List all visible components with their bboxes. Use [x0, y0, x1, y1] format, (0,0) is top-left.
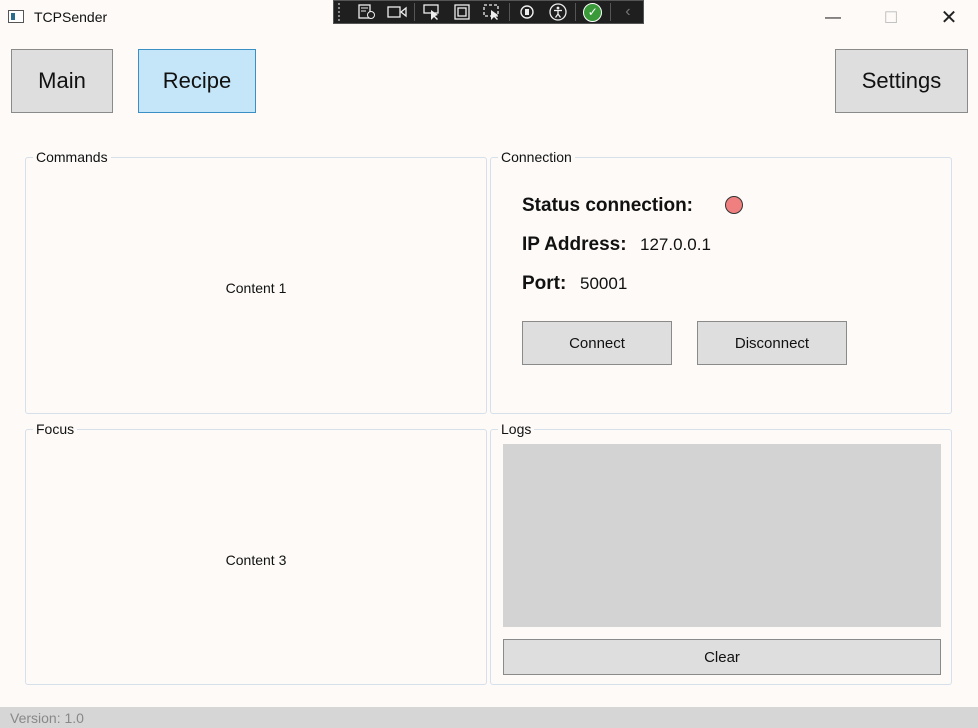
hot-reload-icon[interactable]: [512, 0, 542, 24]
clear-button[interactable]: Clear: [503, 639, 941, 675]
layout-adorner-icon[interactable]: [447, 0, 477, 24]
window-title: TCPSender: [34, 9, 108, 25]
ip-address-value: 127.0.0.1: [640, 235, 711, 254]
recipe-button[interactable]: Recipe: [138, 49, 256, 113]
connection-group: Connection Status connection: IP Address…: [490, 149, 952, 414]
log-output-area[interactable]: [503, 444, 941, 627]
drag-grip-icon[interactable]: [338, 3, 346, 21]
port-label: Port:: [522, 273, 567, 294]
status-bar: Version: 1.0: [0, 707, 978, 728]
live-visual-tree-icon[interactable]: [352, 0, 382, 24]
debug-toolbar: ✓ ‹: [333, 0, 644, 24]
version-label: Version: 1.0: [10, 710, 84, 726]
select-element-icon[interactable]: [417, 0, 447, 24]
track-focus-icon[interactable]: [477, 0, 507, 24]
checkmark-icon[interactable]: ✓: [578, 0, 608, 24]
accessibility-icon[interactable]: [543, 0, 573, 24]
connection-group-title: Connection: [498, 149, 575, 165]
settings-button[interactable]: Settings: [835, 49, 968, 113]
disconnect-button[interactable]: Disconnect: [697, 321, 847, 365]
status-indicator: [725, 196, 743, 214]
focus-content: Content 3: [225, 552, 287, 568]
ip-address-label: IP Address:: [522, 234, 627, 255]
toolbar-separator: [414, 3, 415, 21]
minimize-button[interactable]: —: [804, 0, 862, 35]
main-button[interactable]: Main: [11, 49, 113, 113]
status-connection-label: Status connection:: [522, 195, 694, 216]
close-button[interactable]: ✕: [920, 0, 978, 35]
focus-group-title: Focus: [33, 421, 78, 437]
port-value: 50001: [580, 274, 628, 293]
logs-group: Logs Clear: [490, 421, 952, 685]
commands-group-title: Commands: [33, 149, 111, 165]
connect-button[interactable]: Connect: [522, 321, 672, 365]
focus-group: Focus Content 3: [25, 421, 487, 685]
toolbar-separator: [574, 3, 576, 21]
toolbar-separator: [509, 3, 511, 21]
app-icon: [8, 10, 24, 23]
commands-content: Content 1: [225, 280, 287, 296]
video-icon[interactable]: [382, 0, 412, 24]
toolbar-separator: [609, 3, 611, 21]
logs-group-title: Logs: [498, 421, 535, 437]
maximize-button[interactable]: ☐: [862, 0, 920, 35]
collapse-icon[interactable]: ‹: [613, 0, 643, 24]
commands-group: Commands Content 1: [25, 149, 487, 414]
